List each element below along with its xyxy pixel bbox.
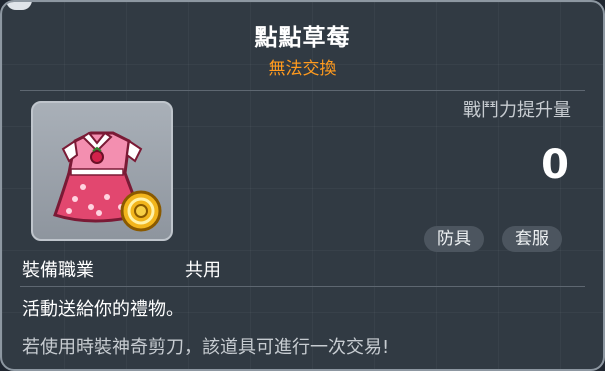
tooltip-corner-ornament: [6, 2, 32, 10]
combat-power-value: 0: [541, 142, 569, 188]
equip-job-value: 共用: [185, 260, 221, 281]
item-description: 活動送給你的禮物。: [22, 299, 184, 320]
armor-tag: 防具: [424, 226, 484, 252]
equip-job-label: 裝備職業: [22, 260, 94, 281]
combat-power-label: 戰鬥力提升量: [463, 100, 571, 121]
trade-status: 無法交換: [268, 59, 337, 79]
set-tag: 套服: [502, 226, 562, 252]
description-divider: [20, 286, 585, 287]
trade-note: 若使用時裝神奇剪刀，該道具可進行一次交易!: [22, 337, 390, 358]
item-name: 點點草莓: [254, 25, 351, 51]
item-icon-frame: [31, 101, 173, 241]
header-divider: [20, 90, 585, 91]
gold-coin-icon: [120, 190, 162, 232]
item-tooltip: 點點草莓 無法交換 戰鬥力提升量 0 防具 套服 裝備職業 共用 活動送給你的禮…: [0, 0, 605, 371]
